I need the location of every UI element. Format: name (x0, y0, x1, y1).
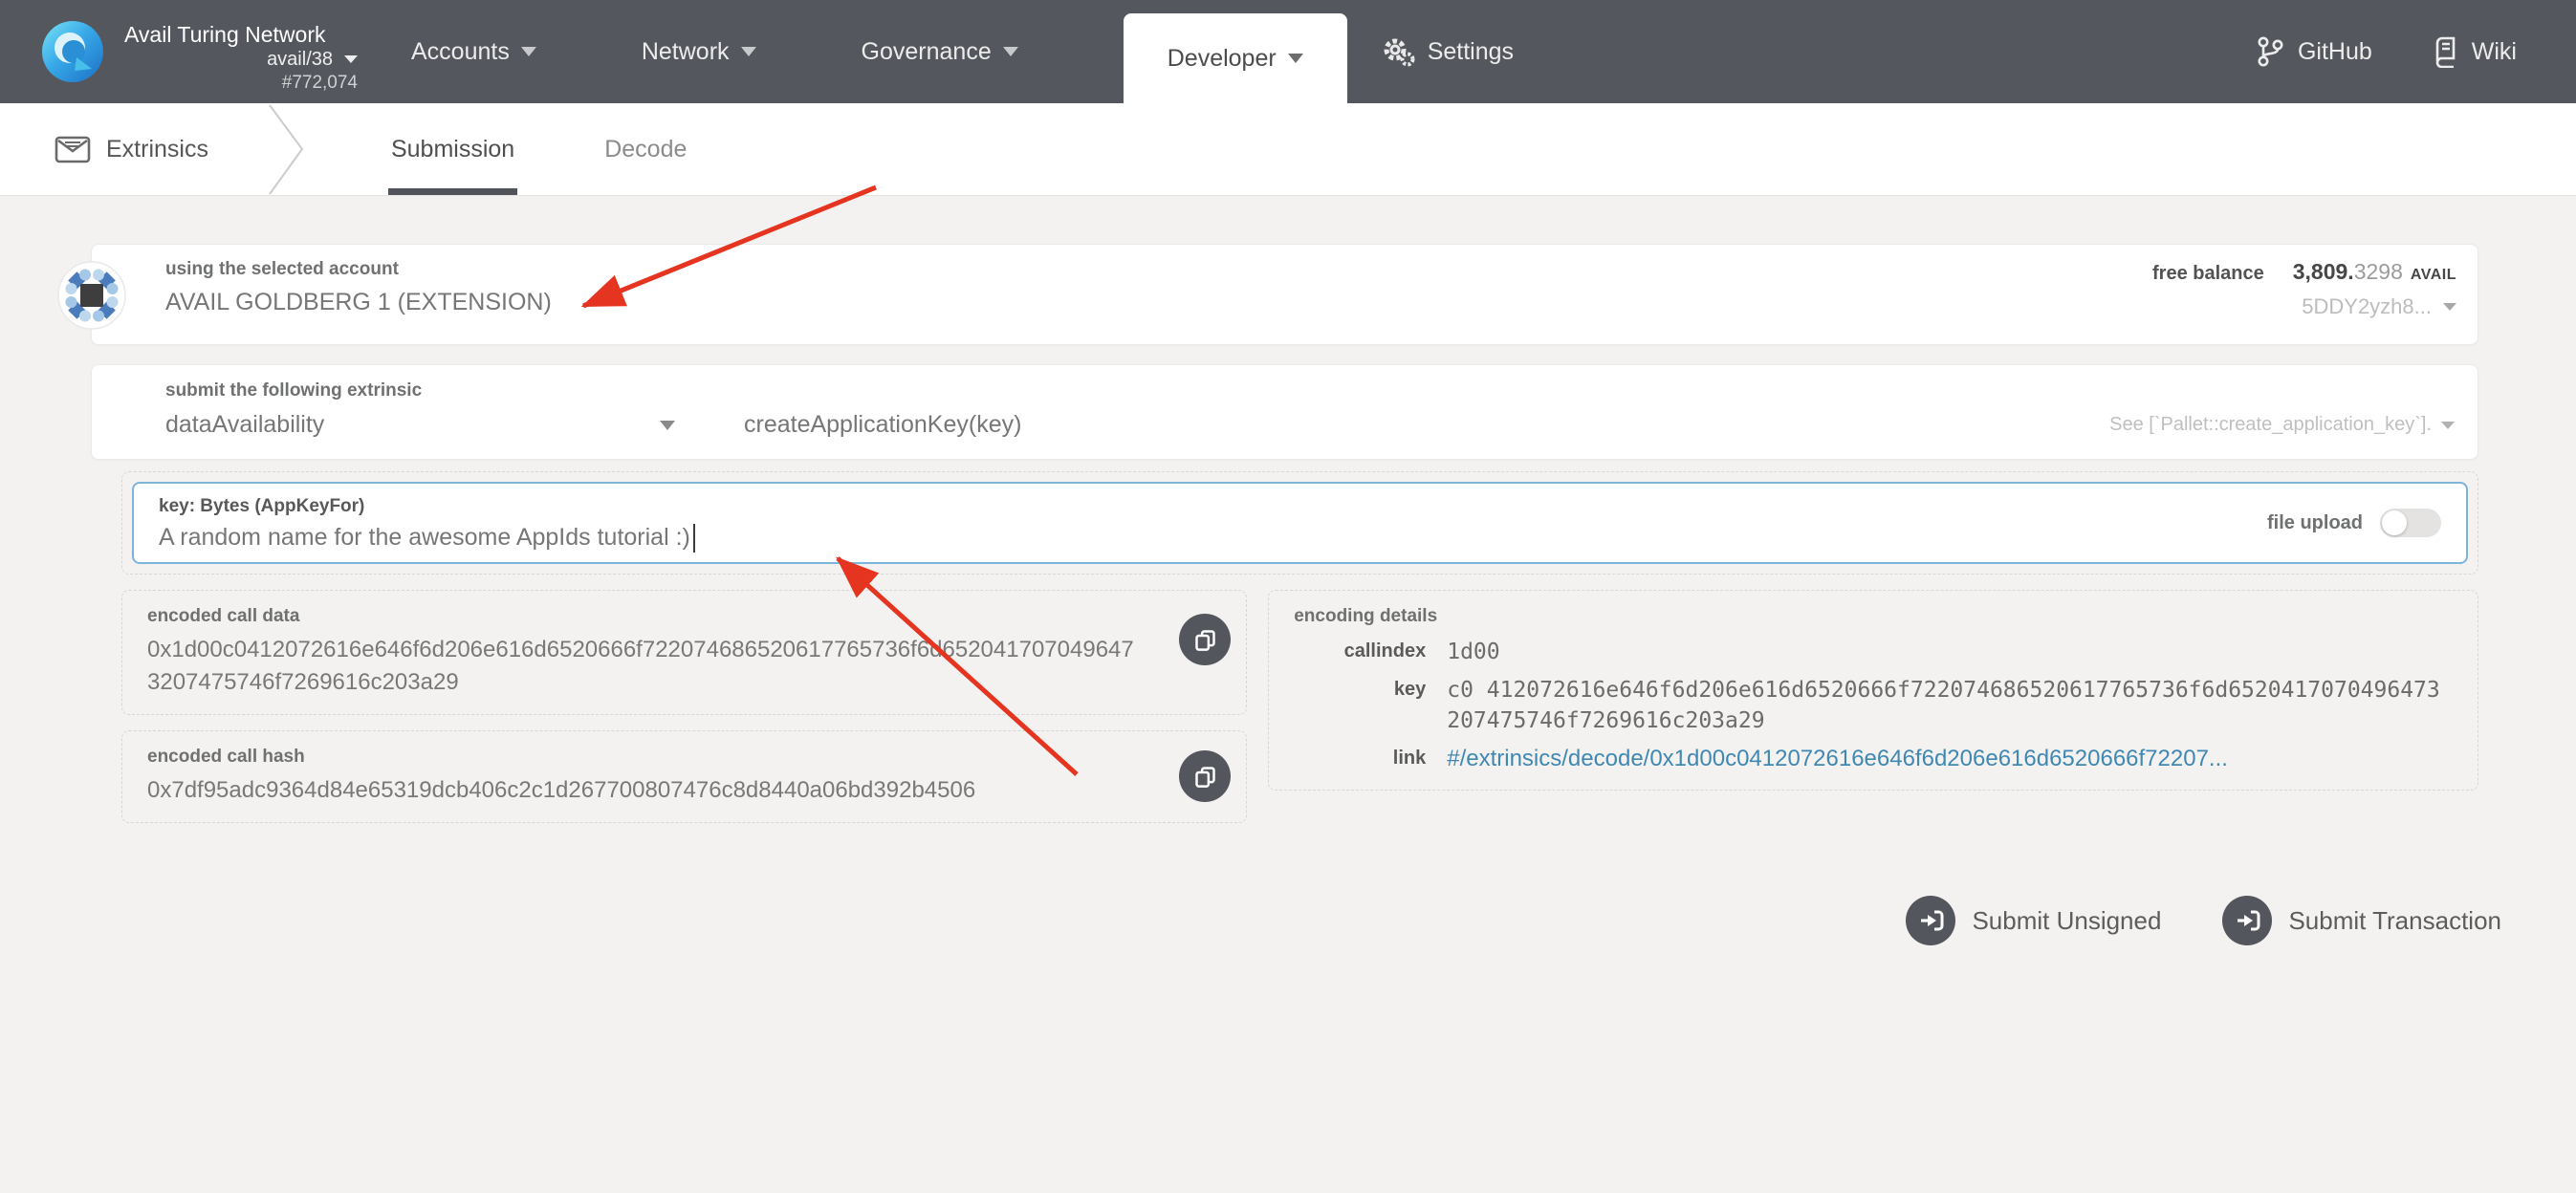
wiki-link[interactable]: Wiki (2432, 35, 2517, 68)
row-label: link (1294, 744, 1447, 774)
book-icon (2432, 35, 2458, 68)
main-content: using the selected account AVAIL GOLDBER… (0, 196, 2576, 1193)
encoded-call-hash-box: encoded call hash 0x7df95adc9364d84e6531… (121, 730, 1247, 823)
chevron-down-icon (521, 47, 536, 56)
encoding-details-label: encoding details (1294, 606, 2453, 627)
block-number: #772,074 (124, 72, 358, 95)
row-label: callindex (1294, 637, 1447, 667)
envelope-icon (55, 134, 91, 164)
encoding-row-key: key c0 412072616e646f6d206e616d6520666f7… (1294, 675, 2453, 736)
tab-submission[interactable]: Submission (388, 103, 517, 195)
address-short: 5DDY2yzh8... (2302, 294, 2432, 319)
extrinsic-label: submit the following extrinsic (165, 380, 2455, 401)
account-label: using the selected account (165, 259, 552, 280)
toggle-knob (2382, 510, 2407, 535)
account-name: AVAIL GOLDBERG 1 (EXTENSION) (165, 289, 552, 316)
copy-icon (1192, 764, 1218, 790)
git-branch-icon (2256, 35, 2284, 68)
brand: Avail Turing Network avail/38 #772,074 (40, 0, 358, 103)
tabs-bar: Extrinsics Submission Decode (0, 103, 2576, 196)
pallet-value: dataAvailability (165, 411, 648, 439)
submit-unsigned-button[interactable]: Submit Unsigned (1906, 896, 2161, 945)
github-link[interactable]: GitHub (2256, 35, 2372, 68)
encoding-row-callindex: callindex 1d00 (1294, 637, 2453, 667)
chevron-down-icon (1003, 47, 1018, 56)
chevron-down-icon (2441, 422, 2455, 429)
method-doc-toggle[interactable]: See [`Pallet::create_application_key`]. (2109, 414, 2455, 436)
file-upload-toggle[interactable] (2380, 509, 2441, 537)
nav-network[interactable]: Network (642, 38, 756, 66)
chevron-down-icon (344, 55, 358, 63)
copy-icon (1192, 627, 1218, 653)
submit-actions: Submit Unsigned Submit Transaction (91, 896, 2501, 945)
balance-unit: AVAIL (2411, 267, 2456, 284)
submit-transaction-label: Submit Transaction (2288, 906, 2501, 936)
method-select[interactable]: createApplicationKey(key) (744, 411, 1021, 439)
encoded-call-hash-label: encoded call hash (147, 747, 1221, 768)
chevron-down-icon (660, 421, 675, 430)
submit-transaction-button[interactable]: Submit Transaction (2222, 896, 2501, 945)
nav-settings[interactable]: Settings (1382, 34, 1514, 69)
balance-fraction: 3298 (2354, 259, 2403, 285)
encoding-row-link: link #/extrinsics/decode/0x1d00c04120726… (1294, 744, 2453, 774)
extrinsic-selector-card: submit the following extrinsic dataAvail… (91, 364, 2478, 460)
breadcrumb: Extrinsics (55, 103, 208, 195)
address-dropdown[interactable]: 5DDY2yzh8... (2152, 294, 2456, 319)
network-title: Avail Turing Network (124, 21, 358, 48)
key-param-value: A random name for the awesome AppIds tut… (159, 524, 690, 552)
encoded-call-data-value: 0x1d00c0412072616e646f6d206e616d6520666f… (147, 634, 1221, 699)
tab-list: Submission Decode (388, 103, 774, 195)
callindex-value: 1d00 (1447, 637, 2453, 667)
chevron-down-icon (741, 47, 756, 56)
encoding-details-box: encoding details callindex 1d00 key c0 4… (1268, 590, 2478, 791)
method-doc-text: See [`Pallet::create_application_key`]. (2109, 414, 2432, 436)
main-nav: Accounts Network Governance Developer Se… (411, 0, 1619, 103)
pallet-select[interactable]: dataAvailability (165, 411, 675, 439)
param-group: key: Bytes (AppKeyFor) A random name for… (121, 471, 2478, 575)
chevron-down-icon (2443, 303, 2456, 311)
copy-call-hash-button[interactable] (1179, 750, 1231, 802)
sign-in-icon (1906, 896, 1955, 945)
nav-accounts[interactable]: Accounts (411, 38, 536, 66)
decode-link[interactable]: #/extrinsics/decode/0x1d00c0412072616e64… (1447, 744, 2453, 774)
section-title: Extrinsics (106, 136, 208, 163)
file-upload-label: file upload (2267, 512, 2363, 534)
topbar-external-links: GitHub Wiki (2196, 0, 2517, 103)
avail-logo-icon (40, 19, 105, 84)
key-param-label: key: Bytes (AppKeyFor) (159, 496, 695, 517)
key-input-field[interactable]: key: Bytes (AppKeyFor) A random name for… (132, 482, 2468, 564)
gears-icon (1382, 34, 1416, 69)
encoded-call-data-label: encoded call data (147, 606, 1221, 627)
account-info: using the selected account AVAIL GOLDBER… (165, 259, 552, 344)
row-label: key (1294, 675, 1447, 736)
account-selector[interactable]: using the selected account AVAIL GOLDBER… (91, 244, 2478, 345)
copy-call-data-button[interactable] (1179, 614, 1231, 665)
encoded-call-hash-value: 0x7df95adc9364d84e65319dcb406c2c1d267700… (147, 774, 1221, 807)
nav-developer[interactable]: Developer (1124, 13, 1347, 103)
submit-unsigned-label: Submit Unsigned (1972, 906, 2161, 936)
nav-governance[interactable]: Governance (862, 38, 1018, 66)
free-balance-label: free balance (2152, 263, 2264, 285)
balance-integer: 3,809. (2293, 259, 2354, 285)
key-hex-value: c0 412072616e646f6d206e616d6520666f72207… (1447, 675, 2453, 736)
chevron-down-icon (1288, 54, 1303, 63)
tab-decode[interactable]: Decode (601, 103, 689, 195)
top-bar: Avail Turing Network avail/38 #772,074 A… (0, 0, 2576, 103)
encoded-call-data-box: encoded call data 0x1d00c0412072616e646f… (121, 590, 1247, 715)
breadcrumb-chevron-icon (268, 103, 306, 195)
account-identicon (57, 261, 126, 330)
account-balance-block: free balance 3,809. 3298 AVAIL 5DDY2yzh8… (2152, 259, 2456, 344)
text-cursor (693, 524, 695, 553)
sign-in-icon (2222, 896, 2272, 945)
chain-selector[interactable]: avail/38 (124, 48, 358, 72)
